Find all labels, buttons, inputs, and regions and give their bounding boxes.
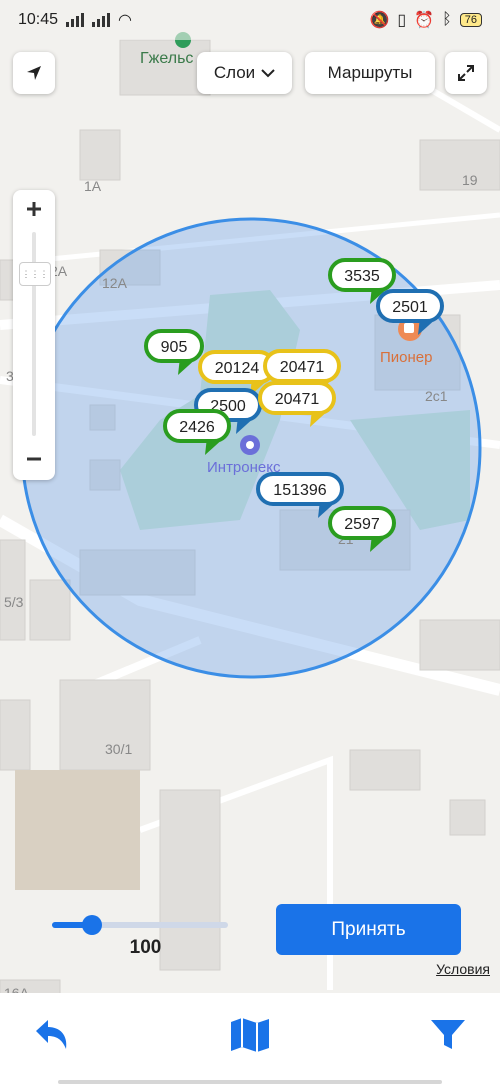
vibrate-icon: ▯ xyxy=(397,12,407,29)
price-marker-label: 2426 xyxy=(179,419,215,436)
label-19: 19 xyxy=(462,172,478,188)
filter-icon xyxy=(431,1020,465,1049)
minus-icon xyxy=(27,457,41,461)
signal-icon xyxy=(66,13,85,27)
label-12a: 12А xyxy=(102,275,128,291)
price-marker-label: 151396 xyxy=(273,482,326,499)
plus-icon xyxy=(27,202,41,216)
signal-icon-2 xyxy=(92,13,111,27)
poi-pioneer-label: Пионер xyxy=(380,349,432,366)
radius-value: 100 xyxy=(129,937,162,958)
layers-label: Слои xyxy=(213,63,256,82)
wifi-icon: ◠ xyxy=(118,12,133,29)
shop-icon[interactable] xyxy=(240,435,260,455)
routes-button[interactable]: Маршруты xyxy=(305,52,435,94)
battery-icon: 76 xyxy=(459,13,482,27)
bottom-nav xyxy=(0,993,500,1085)
layers-button[interactable]: Слои xyxy=(197,52,292,94)
fullscreen-button[interactable] xyxy=(445,52,487,94)
alarm-icon: ⏰ xyxy=(414,12,435,29)
label-30-1: 30/1 xyxy=(105,741,132,757)
price-marker-label: 905 xyxy=(161,339,188,356)
undo-arrow-icon xyxy=(36,1020,67,1049)
radius-slider[interactable] xyxy=(52,915,230,935)
gesture-bar xyxy=(58,1080,442,1084)
accept-button[interactable]: Принять xyxy=(276,904,461,955)
industrial-block xyxy=(15,770,140,890)
zoom-out-button[interactable] xyxy=(13,440,55,478)
back-button[interactable] xyxy=(30,1013,74,1057)
map-mode-button[interactable] xyxy=(228,1013,272,1057)
mute-icon: 🔕 xyxy=(369,12,390,29)
terms-link[interactable]: Условия xyxy=(436,961,490,977)
chevron-down-icon xyxy=(261,69,275,78)
radius-slider-thumb[interactable] xyxy=(82,915,103,935)
locate-button[interactable] xyxy=(13,52,55,94)
label-5-3: 5/3 xyxy=(4,594,24,610)
filter-button[interactable] xyxy=(426,1013,470,1057)
zoom-in-button[interactable] xyxy=(13,190,55,228)
routes-label: Маршруты xyxy=(327,63,413,82)
location-arrow-icon xyxy=(27,66,41,80)
bluetooth-icon: ᛒ xyxy=(442,11,452,28)
price-marker-label: 20471 xyxy=(280,359,325,376)
zoom-handle[interactable]: ⋮⋮⋮ xyxy=(19,262,51,286)
price-marker-label: 20471 xyxy=(275,391,320,408)
price-marker-label: 3535 xyxy=(344,268,380,285)
price-marker-label: 2597 xyxy=(344,516,380,533)
price-marker-label: 20124 xyxy=(215,360,260,377)
map-icon xyxy=(231,1018,269,1052)
zoom-control: ⋮⋮⋮ xyxy=(13,190,55,480)
price-marker-label: 2501 xyxy=(392,299,428,316)
status-bar: 10:45 ◠ 🔕 ▯ ⏰ ᛒ 76 xyxy=(0,0,500,40)
label-2c1: 2с1 xyxy=(425,388,448,404)
label-gzhel: Гжельс xyxy=(140,50,193,67)
expand-icon xyxy=(458,65,474,81)
label-1a: 1А xyxy=(84,178,102,194)
clock: 10:45 xyxy=(18,11,59,28)
